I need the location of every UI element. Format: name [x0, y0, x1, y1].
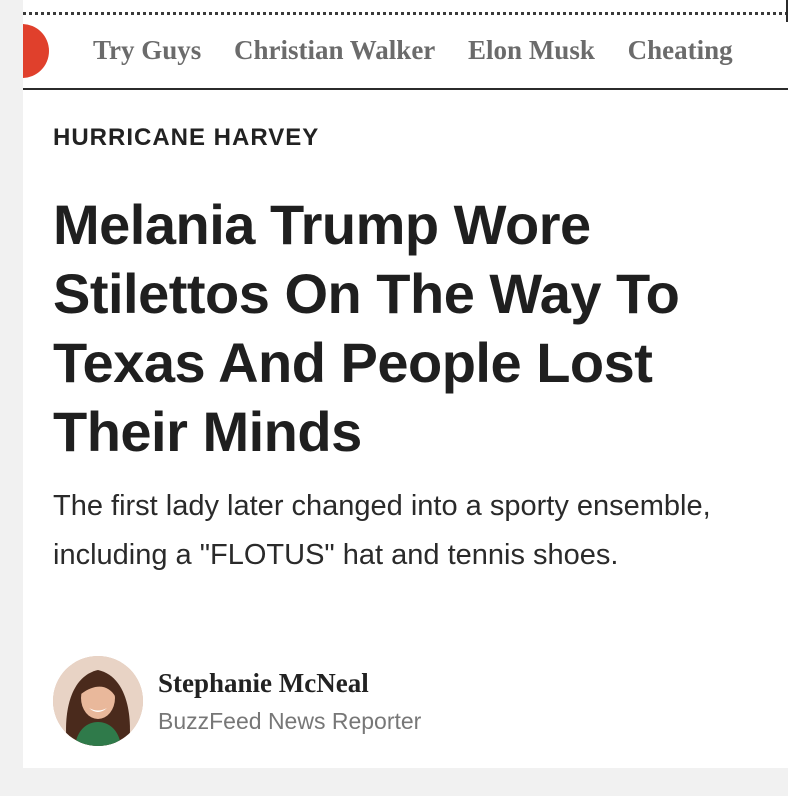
- nav-link-christian-walker[interactable]: Christian Walker: [234, 35, 435, 66]
- trending-nav: Try Guys Christian Walker Elon Musk Chea…: [23, 20, 788, 90]
- nav-link-elon-musk[interactable]: Elon Musk: [468, 35, 595, 66]
- author-portrait-icon: [53, 656, 143, 746]
- dotted-divider: [23, 12, 788, 15]
- section-label[interactable]: HURRICANE HARVEY: [53, 124, 319, 152]
- author-role: BuzzFeed News Reporter: [158, 708, 422, 734]
- brand-dot-icon[interactable]: [23, 24, 49, 78]
- nav-link-cheating[interactable]: Cheating: [628, 35, 733, 66]
- article-page: Try Guys Christian Walker Elon Musk Chea…: [23, 0, 788, 768]
- nav-link-try-guys[interactable]: Try Guys: [93, 35, 201, 66]
- author-avatar[interactable]: [53, 656, 143, 746]
- author-name[interactable]: Stephanie McNeal: [158, 668, 369, 699]
- trending-links: Try Guys Christian Walker Elon Musk Chea…: [93, 35, 759, 66]
- article-headline: Melania Trump Wore Stilettos On The Way …: [53, 193, 680, 463]
- article-dek: The first lady later changed into a spor…: [53, 490, 711, 571]
